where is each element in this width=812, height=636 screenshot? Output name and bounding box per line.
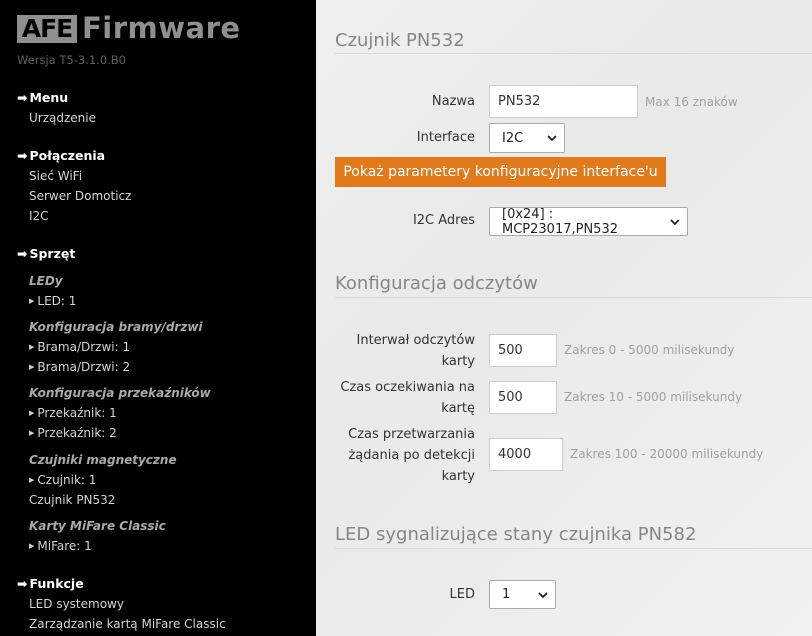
triangle-right-icon: ▶	[29, 343, 35, 351]
interface-select[interactable]: I2C	[489, 123, 565, 153]
i2c-address-label: I2C Adres	[412, 213, 475, 228]
led-label: LED	[449, 587, 475, 602]
sidebar-item-system-led[interactable]: LED systemowy	[29, 597, 124, 611]
sidebar-item-wifi[interactable]: Sieć WiFi	[29, 169, 82, 183]
interval-input[interactable]: 500	[489, 334, 557, 367]
section-title-pn532: Czujnik PN532	[335, 30, 465, 51]
chevron-down-icon	[670, 218, 680, 225]
arrow-right-icon: ➡	[17, 576, 28, 591]
sidebar-item-label: MiFare: 1	[37, 539, 92, 553]
group-relays: Konfiguracja przekaźników	[29, 386, 211, 400]
sidebar-item-led-1[interactable]: ▶ LED: 1	[29, 294, 76, 308]
sidebar-item-label: Brama/Drzwi: 1	[37, 340, 131, 354]
triangle-right-icon: ▶	[29, 409, 35, 417]
wait-label: Czas oczekiwania na kartę	[340, 380, 475, 416]
section-functions: ➡ Funkcje	[17, 576, 84, 591]
process-input[interactable]: 4000	[489, 438, 563, 471]
interval-label: Interwał odczytów karty	[356, 333, 476, 369]
i2c-address-value: [0x24] : MCP23017,PN532	[502, 206, 618, 237]
triangle-right-icon: ▶	[29, 429, 35, 437]
sidebar-item-label: Brama/Drzwi: 2	[37, 360, 131, 374]
sidebar-item-pn532[interactable]: Czujnik PN532	[29, 493, 115, 507]
sidebar-item-label: Czujnik: 1	[37, 473, 97, 487]
wait-hint: Zakres 10 - 5000 milisekundy	[564, 390, 743, 404]
led-select[interactable]: 1	[489, 580, 556, 609]
logo-box: AFE	[17, 15, 77, 43]
sidebar-item-domoticz[interactable]: Serwer Domoticz	[29, 189, 131, 203]
group-magnetic-sensors: Czujniki magnetyczne	[29, 453, 177, 467]
group-leds: LEDy	[29, 274, 63, 288]
section-functions-title: Funkcje	[29, 576, 84, 591]
sidebar-item-mifare-1[interactable]: ▶ MiFare: 1	[29, 539, 92, 553]
group-mifare: Karty MiFare Classic	[29, 519, 166, 533]
process-label: Czas przetwarzania żądania po detekcji k…	[348, 427, 475, 484]
name-label: Nazwa	[431, 94, 475, 109]
divider	[335, 53, 812, 54]
sidebar: AFE Firmware Wersja T5-3.1.0.B0 ➡ Menu Ur…	[0, 0, 316, 636]
interface-select-value: I2C	[502, 130, 524, 146]
arrow-right-icon: ➡	[17, 90, 28, 105]
section-title-readings: Konfiguracja odczytów	[335, 273, 538, 294]
sidebar-item-i2c[interactable]: I2C	[29, 209, 49, 223]
interval-hint: Zakres 0 - 5000 milisekundy	[564, 343, 735, 357]
arrow-right-icon: ➡	[17, 148, 28, 163]
sidebar-item-mifare-management[interactable]: Zarządzanie kartą MiFare Classic	[29, 617, 226, 631]
i2c-address-select[interactable]: [0x24] : MCP23017,PN532	[489, 206, 688, 237]
wait-input[interactable]: 500	[489, 381, 557, 414]
arrow-right-icon: ➡	[17, 246, 28, 261]
triangle-right-icon: ▶	[29, 542, 35, 550]
sidebar-item-label: Przekaźnik: 2	[37, 426, 117, 440]
logo-word: Firmware	[82, 11, 241, 45]
section-connections-title: Połączenia	[29, 148, 106, 163]
interface-label: Interface	[416, 130, 475, 145]
show-interface-params-button[interactable]: Pokaż parametery konfiguracyjne interfac…	[335, 157, 666, 187]
triangle-right-icon: ▶	[29, 297, 35, 305]
sidebar-item-gate-2[interactable]: ▶ Brama/Drzwi: 2	[29, 360, 130, 374]
sidebar-item-label: LED: 1	[37, 294, 77, 308]
led-select-value: 1	[502, 587, 511, 602]
chevron-down-icon	[538, 591, 548, 598]
sidebar-item-relay-1[interactable]: ▶ Przekaźnik: 1	[29, 406, 117, 420]
name-hint: Max 16 znaków	[645, 95, 738, 109]
section-title-led: LED sygnalizujące stany czujnika PN582	[335, 524, 697, 545]
sidebar-item-relay-2[interactable]: ▶ Przekaźnik: 2	[29, 426, 117, 440]
sidebar-item-device[interactable]: Urządzenie	[29, 111, 96, 125]
triangle-right-icon: ▶	[29, 476, 35, 484]
firmware-version: Wersja T5-3.1.0.B0	[17, 53, 127, 67]
group-gates: Konfiguracja bramy/drzwi	[29, 320, 203, 334]
divider	[335, 297, 812, 298]
sidebar-item-label: Przekaźnik: 1	[37, 406, 117, 420]
section-menu-title: Menu	[29, 90, 69, 105]
section-connections: ➡ Połączenia	[17, 148, 105, 163]
section-hardware: ➡ Sprzęt	[17, 246, 75, 261]
name-input[interactable]: PN532	[489, 85, 638, 118]
triangle-right-icon: ▶	[29, 363, 35, 371]
divider	[335, 548, 812, 549]
process-hint: Zakres 100 - 20000 milisekundy	[570, 447, 764, 461]
chevron-down-icon	[547, 135, 557, 142]
section-hardware-title: Sprzęt	[29, 246, 76, 261]
main-content: Czujnik PN532 Nazwa PN532 Max 16 znaków …	[316, 0, 812, 636]
sidebar-item-sensor-1[interactable]: ▶ Czujnik: 1	[29, 473, 96, 487]
sidebar-item-gate-1[interactable]: ▶ Brama/Drzwi: 1	[29, 340, 130, 354]
section-menu: ➡ Menu	[17, 90, 68, 105]
